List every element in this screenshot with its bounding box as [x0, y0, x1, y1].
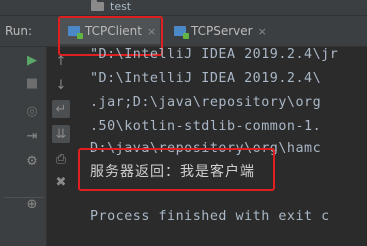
run-label: Run:	[5, 24, 33, 38]
server-response-line: 服务器返回：我是客户端	[90, 164, 255, 180]
camera-icon[interactable]: ◎	[23, 102, 41, 120]
scroll-to-end-icon[interactable]: ⇊	[52, 125, 70, 143]
run-toolbar: ▶ ■ ◎ ⇥ ⚙ ⊕	[0, 47, 47, 246]
rerun-icon[interactable]: ▶	[23, 51, 41, 69]
tab-tcpserver[interactable]: TCPServer ×	[166, 18, 276, 44]
console-line: "D:\IntelliJ IDEA 2019.2.4\	[90, 71, 322, 86]
tab-label: TCPClient	[85, 24, 142, 38]
console-line: "D:\IntelliJ IDEA 2019.2.4\jr	[90, 47, 339, 62]
settings-icon[interactable]: ⚙	[23, 152, 41, 170]
process-finished-line: Process finished with exit c	[90, 209, 330, 224]
project-name[interactable]: test	[110, 0, 131, 13]
console-output[interactable]: "D:\IntelliJ IDEA 2019.2.4\jr "D:\Intell…	[80, 47, 367, 246]
trash-icon[interactable]: ✖	[52, 173, 70, 191]
console-line: .jar;D:\java\repository\org	[90, 95, 322, 110]
down-arrow-icon[interactable]: ↓	[52, 76, 70, 94]
tab-tcpclient[interactable]: TCPClient ×	[60, 18, 160, 44]
console-line: .50\kotlin-stdlib-common-1.	[90, 119, 322, 134]
folder-icon	[91, 0, 104, 11]
soft-wrap-icon[interactable]: ↵	[52, 100, 70, 118]
close-icon[interactable]: ×	[147, 25, 156, 38]
stop-icon[interactable]: ■	[23, 74, 41, 92]
run-tab-bar: Run: TCPClient × TCPServer ×	[0, 16, 367, 47]
exit-icon[interactable]: ⇥	[23, 127, 41, 145]
up-arrow-icon[interactable]: ↑	[52, 52, 70, 70]
console-line: D:\java\repository\org\hamc	[90, 141, 322, 156]
tab-label: TCPServer	[191, 24, 253, 38]
close-icon[interactable]: ×	[258, 25, 267, 38]
run-config-icon	[68, 26, 83, 39]
print-icon[interactable]: ⎙	[52, 150, 70, 168]
run-config-icon	[174, 26, 189, 39]
breadcrumb: test	[0, 0, 367, 16]
